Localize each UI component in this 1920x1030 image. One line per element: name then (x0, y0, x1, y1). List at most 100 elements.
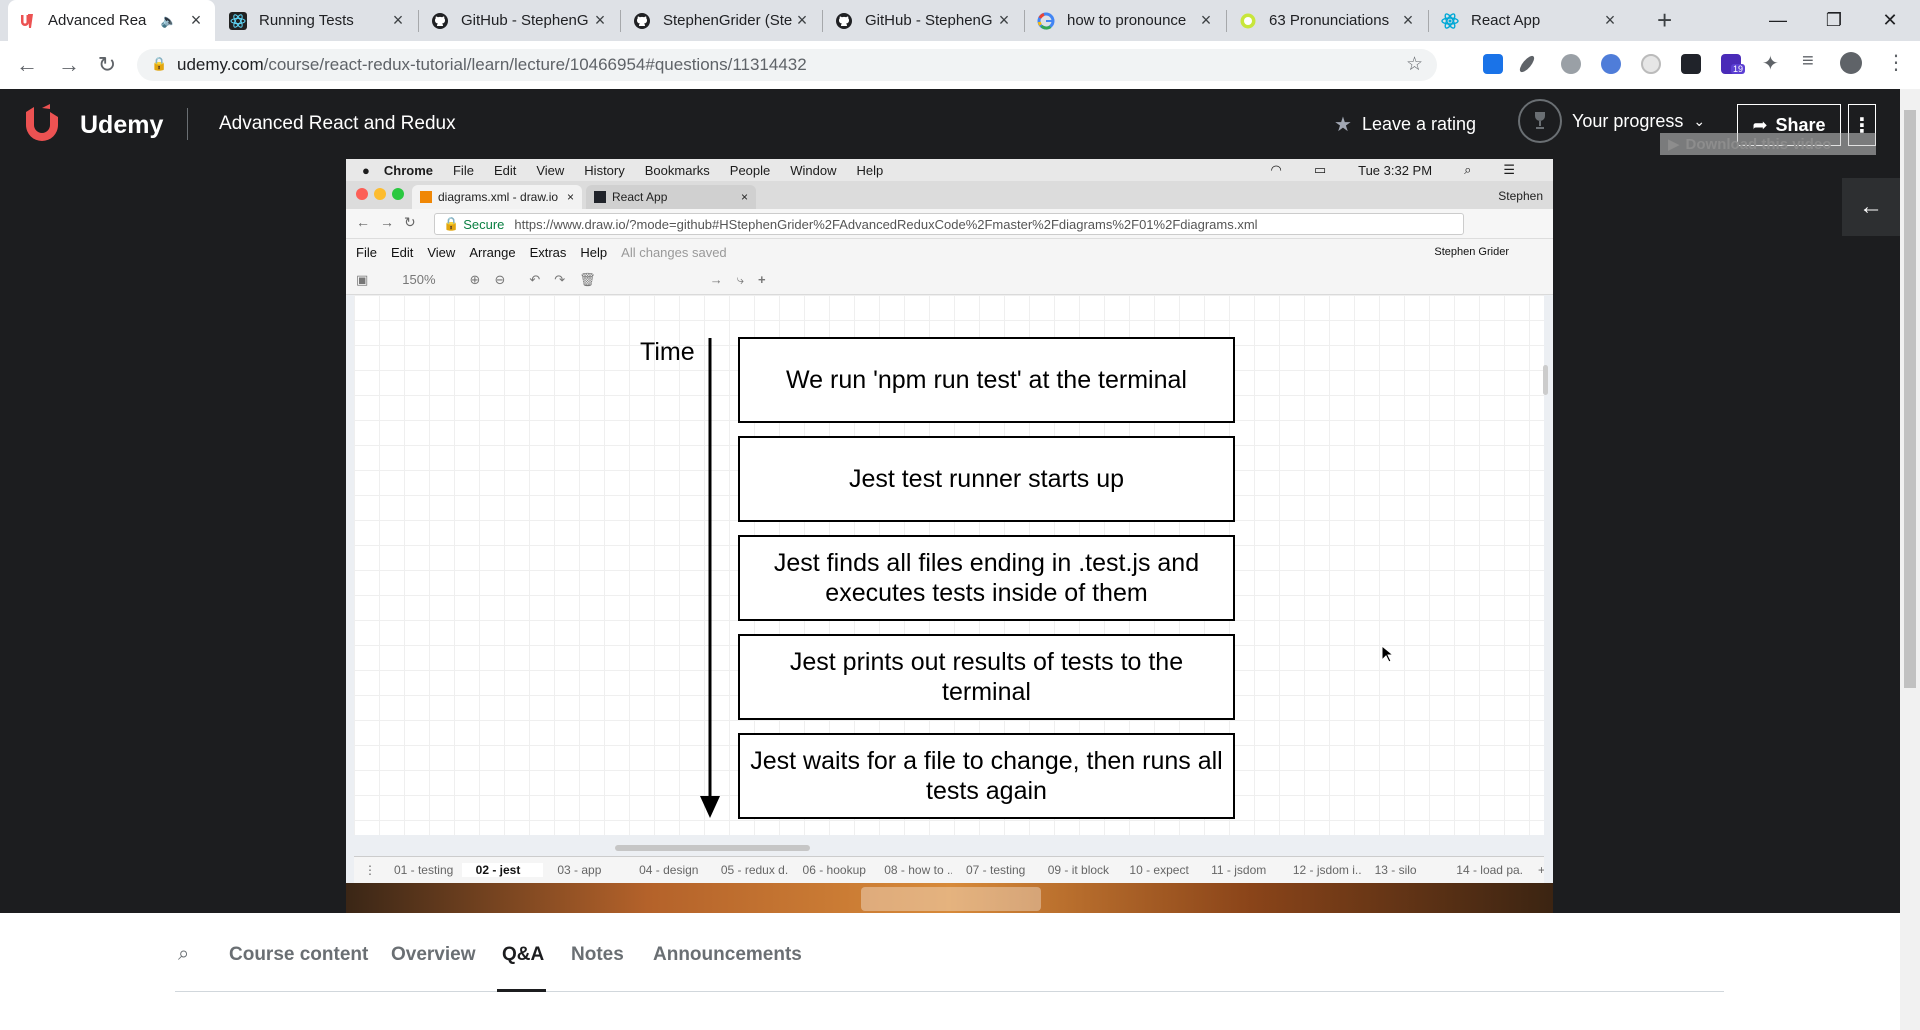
delete-icon: 🗑 (579, 271, 596, 287)
udemy-header: Udemy Advanced React and Redux ★ Leave a… (0, 89, 1900, 159)
tab-title: Advanced Rea (48, 12, 147, 29)
drawio-page-tabs: ⋮ 01 - testing 02 - jest 03 - app 04 - d… (354, 856, 1544, 883)
close-icon[interactable]: × (1399, 10, 1417, 31)
browser-tab[interactable]: GitHub - StephenG × (421, 0, 619, 41)
close-icon[interactable]: × (1197, 10, 1215, 31)
page-menu-icon: ⋮ (364, 863, 376, 877)
star-icon: ★ (1334, 114, 1352, 136)
new-tab-button[interactable]: + (1657, 5, 1672, 36)
collapse-sidebar-button[interactable]: ← (1842, 178, 1900, 236)
bookmark-star-icon[interactable]: ☆ (1406, 53, 1423, 76)
tab-title: GitHub - StephenG (461, 12, 589, 29)
page-tab: 13 - silo (1374, 863, 1417, 877)
battery-icon: ▭ (1313, 162, 1327, 177)
restore-button[interactable]: ❐ (1806, 0, 1862, 41)
page-tab: 05 - redux d... (720, 863, 789, 877)
insert-icon: + (757, 272, 766, 287)
extension-icon[interactable] (1561, 54, 1581, 74)
apple-icon: ● (362, 162, 370, 178)
course-title[interactable]: Advanced React and Redux (219, 113, 456, 135)
extension-icon[interactable] (1601, 54, 1621, 74)
drawio-menu-item: Edit (390, 244, 414, 260)
url-host: udemy.com (177, 55, 264, 74)
browser-menu-icon[interactable]: ⋮ (1886, 50, 1906, 75)
browser-tab[interactable]: GitHub - StephenG × (825, 0, 1023, 41)
extension-badge: 19 (1731, 64, 1746, 74)
close-icon[interactable]: × (793, 10, 811, 31)
github-icon (431, 12, 449, 30)
drawio-menu-item: Help (580, 244, 608, 260)
forward-button[interactable]: → (56, 52, 82, 78)
search-icon[interactable]: ⌕ (178, 943, 189, 966)
mac-menu-item: View (536, 162, 565, 178)
browser-tab[interactable]: 63 Pronunciations × (1229, 0, 1427, 41)
react-icon (594, 191, 606, 203)
react-devtools-icon[interactable] (1681, 54, 1701, 74)
tab-course-content[interactable]: Course content (229, 944, 368, 966)
minimize-button[interactable]: — (1750, 0, 1806, 41)
browser-tab[interactable]: Running Tests × (219, 0, 417, 41)
reload-button[interactable]: ↻ (94, 52, 120, 78)
tab-notes[interactable]: Notes (571, 944, 624, 966)
tab-title: Running Tests (259, 12, 354, 29)
address-bar[interactable]: 🔒 udemy.com/course/react-redux-tutorial/… (137, 49, 1437, 81)
page-tab: 01 - testing (393, 863, 454, 877)
mac-menu-item: Bookmarks (644, 162, 710, 178)
github-icon (633, 12, 651, 30)
arrow-left-icon: ← (1859, 193, 1883, 220)
browser-tab[interactable]: React App × (1431, 0, 1629, 41)
mac-menu-item: Window (790, 162, 837, 178)
zoom-out-icon: ⊖ (494, 271, 506, 287)
page-scrollbar-thumb[interactable] (1904, 110, 1916, 688)
page-tab: 07 - testing (965, 863, 1026, 877)
tab-qa[interactable]: Q&A (502, 944, 544, 966)
extension-icon[interactable] (1483, 54, 1503, 74)
time-arrow (700, 338, 720, 818)
format-panel-icon: ▣ (356, 271, 369, 287)
drawio-menubar: File Edit View Arrange Extras Help All c… (346, 239, 1553, 265)
tab-overview[interactable]: Overview (391, 944, 476, 966)
inner-tab-title: React App (612, 190, 668, 204)
inner-tab: diagrams.xml - draw.io × (412, 185, 582, 209)
tab-title: React App (1471, 12, 1541, 29)
browser-tab[interactable]: how to pronounce × (1027, 0, 1225, 41)
notification-icon: ☰ (1503, 162, 1515, 177)
github-icon (835, 12, 853, 30)
extension-icon[interactable] (1641, 54, 1661, 74)
drawio-icon (420, 191, 432, 203)
udemy-logo-text: Udemy (80, 110, 164, 139)
close-icon[interactable]: × (187, 10, 205, 31)
browser-tab[interactable]: Advanced Rea 🔈 × (8, 0, 215, 41)
download-video-overlay[interactable]: ▶ Download this video (1660, 133, 1876, 155)
tab-divider (1226, 10, 1227, 32)
puzzle-icon[interactable]: ✦ (1762, 51, 1779, 76)
mac-menu-bar: ● Chrome File Edit View History Bookmark… (346, 159, 1553, 181)
drawio-user: Stephen Grider (1434, 246, 1509, 258)
media-control-icon[interactable]: ≡ (1802, 50, 1814, 73)
drawio-status: All changes saved (621, 244, 727, 260)
page-tab-active: 02 - jest (461, 863, 544, 877)
page-tab: 03 - app (557, 863, 602, 877)
zoom-level: 150% (402, 272, 436, 287)
udemy-logo[interactable]: Udemy (20, 104, 163, 146)
window-close-button[interactable]: ✕ (1862, 0, 1918, 41)
close-icon[interactable]: × (1601, 10, 1619, 31)
tab-title: 63 Pronunciations (1269, 12, 1390, 29)
browser-tab[interactable]: StephenGrider (Ste × (623, 0, 821, 41)
zoom-in-icon: ⊕ (469, 271, 481, 287)
close-icon[interactable]: × (995, 10, 1013, 31)
udemy-icon (26, 104, 58, 141)
profile-avatar[interactable] (1840, 52, 1862, 74)
speaker-icon[interactable]: 🔈 (161, 13, 177, 29)
time-label: Time (640, 338, 695, 366)
screen: Advanced Rea 🔈 × Running Tests × GitHub … (0, 0, 1920, 1030)
extension-icon[interactable]: 19 (1721, 54, 1746, 74)
mac-zoom-light (392, 188, 404, 200)
back-button[interactable]: ← (14, 52, 40, 78)
close-icon[interactable]: × (591, 10, 609, 31)
leave-rating-button[interactable]: ★ Leave a rating (1334, 112, 1476, 137)
tab-announcements[interactable]: Announcements (653, 944, 802, 966)
close-icon[interactable]: × (389, 10, 407, 31)
drawio-toolbar: ▣ 150% ⊕ ⊖ ↶ ↷ 🗑 → ⤷ + (346, 265, 1553, 295)
drawio-menu-item: View (427, 244, 456, 260)
